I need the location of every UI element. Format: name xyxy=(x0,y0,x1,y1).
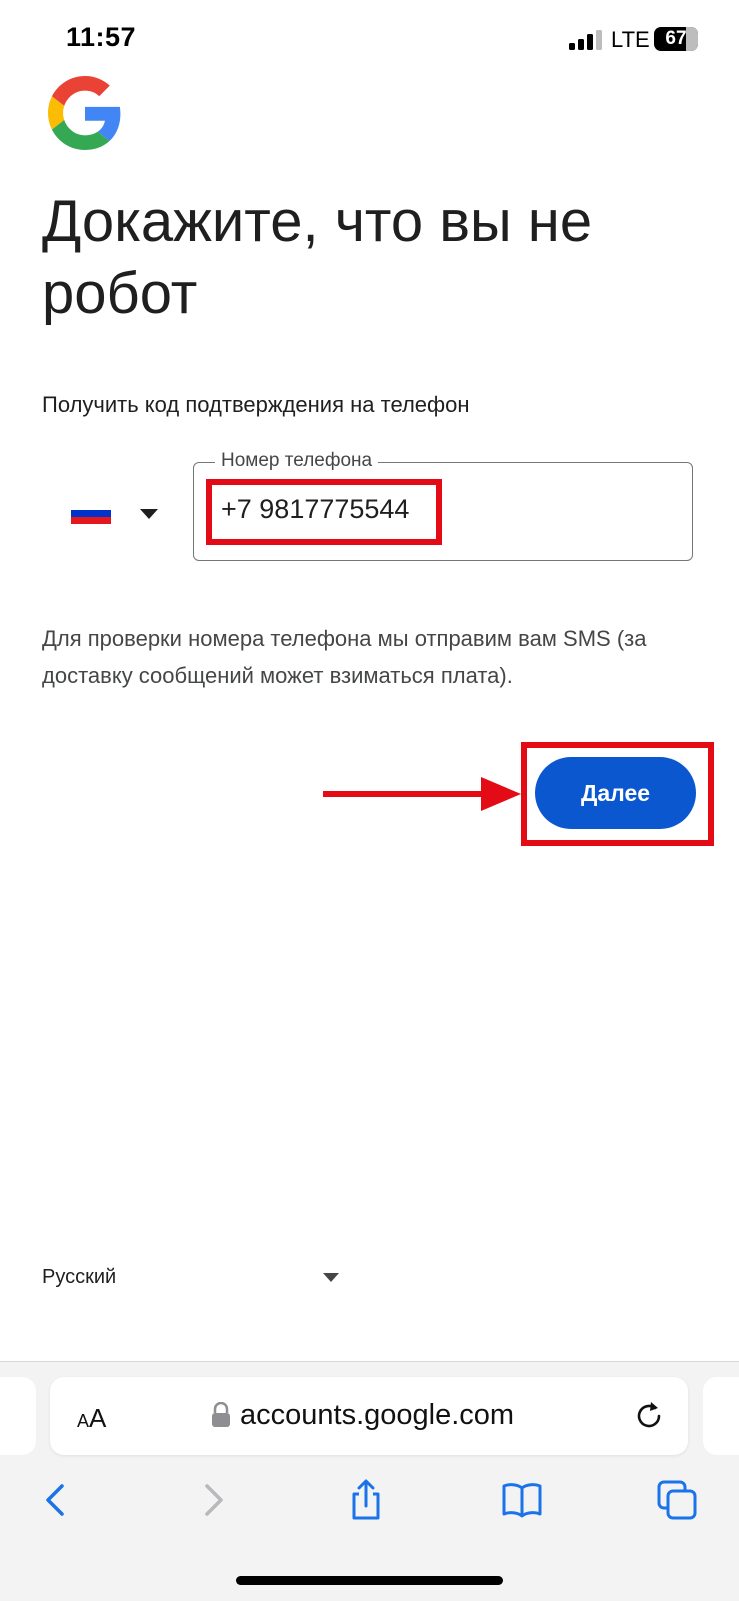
previous-tab-preview[interactable] xyxy=(0,1377,36,1455)
cellular-signal-icon xyxy=(569,30,602,50)
phone-number-label: Номер телефона xyxy=(215,450,379,472)
share-icon[interactable] xyxy=(344,1478,388,1522)
language-dropdown-caret-icon[interactable] xyxy=(323,1273,339,1282)
sms-info-text: Для проверки номера телефона мы отправим… xyxy=(42,626,647,688)
text-size-large-a: A xyxy=(89,1403,107,1433)
page-title: Докажите, что вы не робот xyxy=(42,189,593,326)
annotation-highlight-phone xyxy=(206,479,442,545)
battery-indicator: 67 xyxy=(654,27,698,51)
next-tab-preview[interactable] xyxy=(703,1377,739,1455)
text-size-small-a: A xyxy=(77,1411,90,1431)
url-text[interactable]: accounts.google.com xyxy=(240,1399,514,1432)
tabs-icon[interactable] xyxy=(655,1478,699,1522)
text-size-button[interactable]: AA xyxy=(77,1403,106,1434)
annotation-arrow-icon xyxy=(323,777,521,811)
network-type: LTE xyxy=(611,27,650,52)
page-subtitle: Получить код подтверждения на телефон xyxy=(42,392,470,417)
country-dropdown-caret-icon[interactable] xyxy=(140,509,158,519)
language-selector[interactable]: Русский xyxy=(42,1266,116,1289)
back-icon[interactable] xyxy=(36,1478,80,1522)
bookmarks-icon[interactable] xyxy=(500,1478,544,1522)
next-button[interactable]: Далее xyxy=(535,757,696,829)
reload-icon[interactable] xyxy=(633,1400,665,1432)
home-indicator[interactable] xyxy=(236,1576,503,1585)
google-logo-icon xyxy=(48,76,121,150)
lock-icon xyxy=(212,1402,230,1427)
forward-icon[interactable] xyxy=(191,1478,235,1522)
battery-level: 67 xyxy=(665,28,687,49)
country-flag-icon[interactable] xyxy=(71,503,111,524)
status-time: 11:57 xyxy=(66,22,137,52)
